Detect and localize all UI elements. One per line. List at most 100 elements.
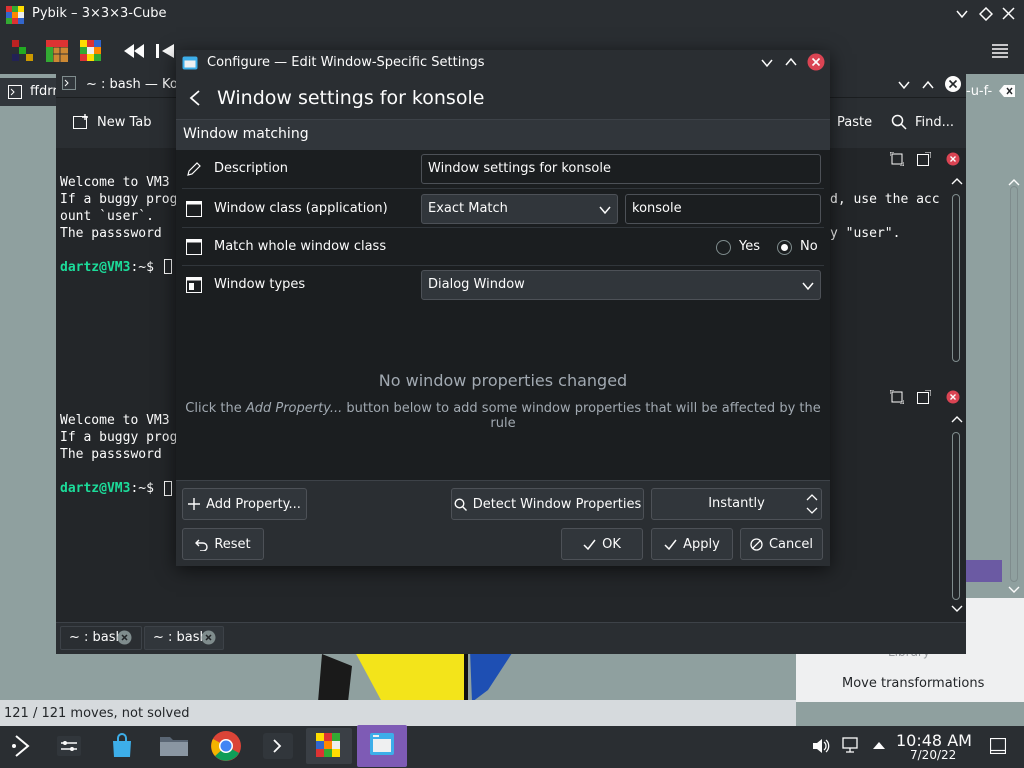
app-launcher-icon[interactable] <box>10 734 34 758</box>
spinbox-value: Instantly <box>708 496 765 511</box>
add-property-button[interactable]: Add Property... <box>182 488 307 520</box>
button-label: Reset <box>214 536 251 552</box>
show-desktop-icon[interactable] <box>990 738 1006 754</box>
button-label: Cancel <box>768 536 814 552</box>
close-tab-icon[interactable] <box>117 630 132 645</box>
menu-icon[interactable] <box>992 44 1008 58</box>
outer-scrollbar[interactable] <box>1010 186 1018 582</box>
ok-button[interactable]: OK <box>561 528 643 560</box>
apply-button[interactable]: Apply <box>651 528 733 560</box>
cube-new-solved-icon[interactable] <box>46 40 68 62</box>
detect-delay-spinbox[interactable]: Instantly <box>651 488 822 520</box>
checkmark-icon <box>664 539 677 550</box>
terminal-line: Welcome to VM3 <box>60 175 170 190</box>
scrollbar-track[interactable] <box>952 432 960 600</box>
settings-dialog-taskbar-icon[interactable] <box>357 725 407 767</box>
detach-pane-icon[interactable] <box>917 390 931 404</box>
minimize-icon[interactable] <box>956 8 968 20</box>
paste-button[interactable]: Paste <box>837 115 872 130</box>
hint-emphasis: Add Property... <box>245 401 343 416</box>
new-tab-button[interactable]: New Tab <box>97 115 152 130</box>
back-arrow-icon[interactable] <box>188 89 202 107</box>
system-settings-icon[interactable] <box>56 734 82 758</box>
whole-class-no-radio[interactable] <box>777 240 792 255</box>
side-item-move-transformations[interactable]: Move transformations <box>842 676 984 691</box>
scroll-down-icon[interactable] <box>951 604 963 614</box>
chevron-down-icon <box>599 206 611 215</box>
window-types-select[interactable]: Dialog Window <box>421 270 821 300</box>
window-icon <box>186 239 202 255</box>
hint-text: button below to add some window properti… <box>342 401 821 431</box>
button-label: Apply <box>683 536 720 552</box>
whole-class-label: Match whole window class <box>214 239 387 254</box>
terminal-line: The passsword <box>60 226 170 241</box>
cancel-button[interactable]: Cancel <box>740 528 823 560</box>
chrome-icon[interactable] <box>209 729 243 763</box>
chevron-down-icon <box>802 282 814 291</box>
search-icon <box>891 114 907 130</box>
maximize-icon[interactable] <box>785 56 797 68</box>
scroll-up-icon[interactable] <box>951 414 963 424</box>
taskbar <box>0 726 1024 768</box>
close-tab-icon[interactable] <box>201 630 216 645</box>
tray-expand-icon[interactable] <box>872 741 886 750</box>
rewind-icon[interactable] <box>122 42 146 60</box>
reset-button[interactable]: Reset <box>182 528 264 560</box>
network-icon[interactable] <box>842 737 860 754</box>
detach-pane-icon[interactable] <box>917 152 931 166</box>
prompt-suffix: :~$ <box>130 481 154 496</box>
previous-icon[interactable] <box>156 42 176 60</box>
terminal-line: ount `user`. <box>60 209 154 224</box>
terminal-prompt[interactable]: dartz@VM3:~$ <box>60 480 154 497</box>
yes-label[interactable]: Yes <box>739 239 760 254</box>
minimize-icon[interactable] <box>761 57 773 69</box>
chevron-down-icon[interactable] <box>806 506 818 515</box>
terminal-prompt[interactable]: dartz@VM3:~$ <box>60 259 154 276</box>
backspace-icon[interactable] <box>998 84 1016 98</box>
empty-state-hint: Click the Add Property... button below t… <box>176 401 830 431</box>
no-label[interactable]: No <box>800 239 818 254</box>
close-icon[interactable] <box>944 75 962 93</box>
chevron-up-icon[interactable] <box>806 493 818 502</box>
window-class-field[interactable]: konsole <box>625 194 821 224</box>
cube-new-random-icon[interactable] <box>80 40 102 62</box>
chevron-up-icon[interactable] <box>922 79 934 91</box>
konsole-taskbar-icon[interactable] <box>255 729 301 763</box>
button-label: Detect Window Properties <box>472 496 642 512</box>
close-icon[interactable] <box>1002 7 1015 20</box>
scroll-up-icon[interactable] <box>1008 178 1020 186</box>
description-field[interactable]: Window settings for konsole <box>421 154 821 184</box>
dialog-window-title: Configure — Edit Window-Specific Setting… <box>207 55 485 70</box>
pybik-taskbar-icon[interactable] <box>306 728 352 764</box>
volume-icon[interactable] <box>812 738 830 754</box>
cube-render[interactable] <box>318 650 518 702</box>
row-divider <box>182 265 824 266</box>
find-button[interactable]: Find... <box>915 115 954 130</box>
close-icon[interactable] <box>807 53 825 71</box>
empty-state-title: No window properties changed <box>378 371 628 390</box>
cancel-icon <box>750 537 763 551</box>
maximize-pane-icon[interactable] <box>890 152 904 166</box>
maximize-pane-icon[interactable] <box>890 390 904 404</box>
scrollbar-track[interactable] <box>952 194 960 362</box>
chevron-down-icon[interactable] <box>898 79 910 91</box>
cube-challenge-icon[interactable] <box>12 40 34 62</box>
window-types-icon <box>186 277 202 293</box>
close-pane-icon[interactable] <box>946 152 960 166</box>
close-pane-icon[interactable] <box>946 390 960 404</box>
whole-class-yes-radio[interactable] <box>716 240 731 255</box>
row-divider <box>182 227 824 228</box>
discover-store-icon[interactable] <box>110 733 134 759</box>
maximize-icon[interactable] <box>979 7 993 21</box>
prompt-user: dartz@VM3 <box>60 260 131 275</box>
scroll-up-icon[interactable] <box>951 176 963 186</box>
hint-text: Click the <box>185 401 246 416</box>
clock-date[interactable]: 7/20/22 <box>910 748 956 762</box>
detect-properties-button[interactable]: Detect Window Properties <box>451 488 644 520</box>
prompt-user: dartz@VM3 <box>60 481 131 496</box>
file-manager-icon[interactable] <box>159 734 189 758</box>
window-class-match-select[interactable]: Exact Match <box>421 194 618 224</box>
select-value: Dialog Window <box>428 277 525 292</box>
button-label: OK <box>602 536 621 552</box>
scroll-down-icon[interactable] <box>1008 586 1020 594</box>
